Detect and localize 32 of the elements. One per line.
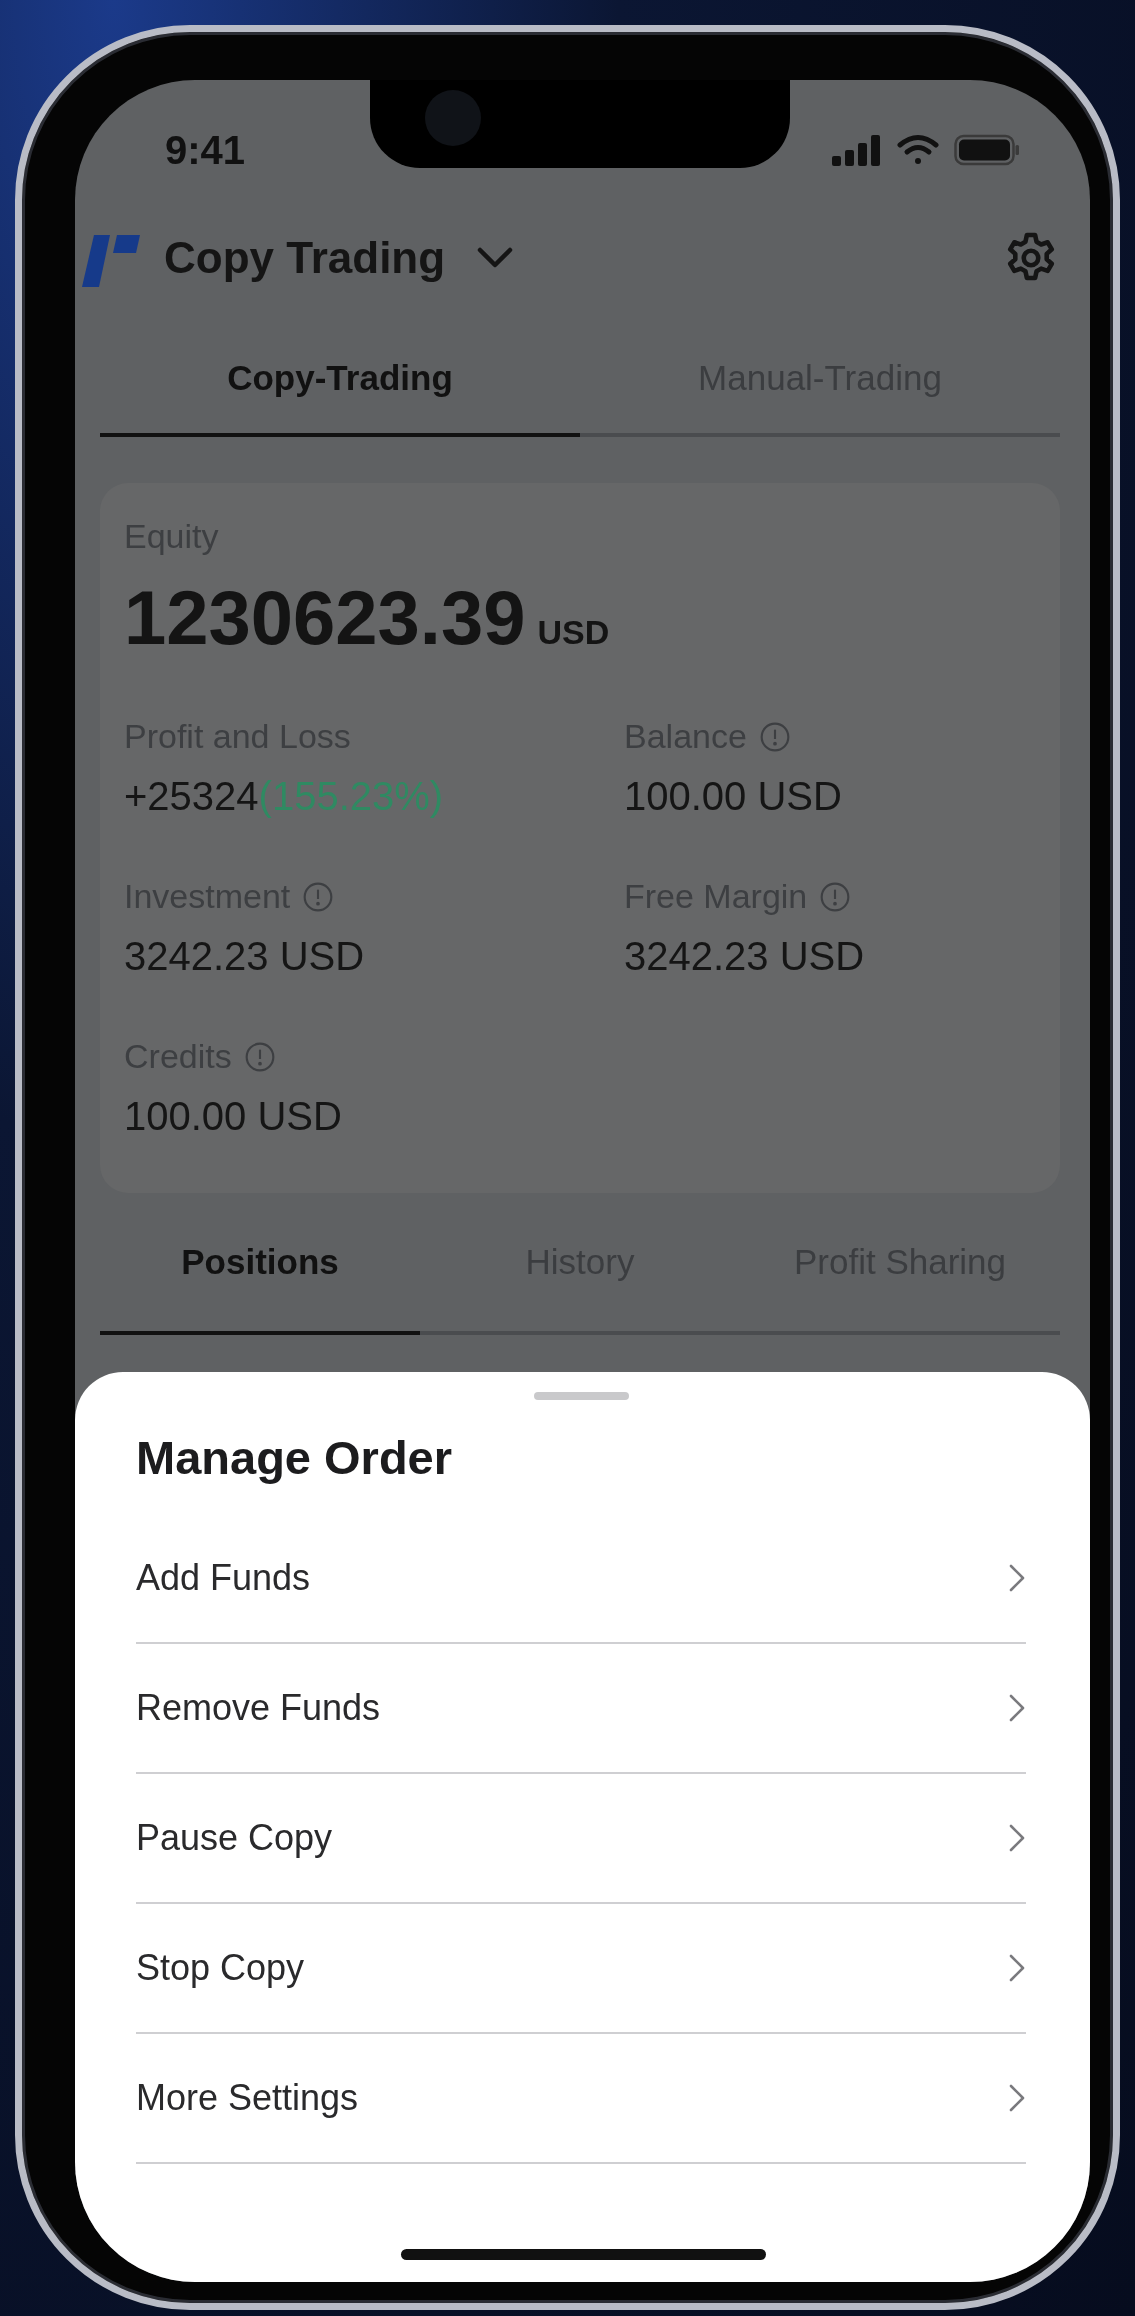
menu-item[interactable]: Stop Copy xyxy=(136,1904,1026,2034)
menu-item[interactable]: More Settings xyxy=(136,2034,1026,2164)
battery-icon xyxy=(954,134,1020,166)
status-time: 9:41 xyxy=(165,127,246,173)
chevron-right-icon xyxy=(1008,1953,1026,1983)
chevron-right-icon xyxy=(1008,1563,1026,1593)
info-icon[interactable] xyxy=(302,880,335,913)
metric-value: 3242.23 USD xyxy=(624,934,866,979)
home-indicator[interactable] xyxy=(400,2249,766,2260)
metric-value: +25324(155.23%) xyxy=(124,774,445,819)
app-title[interactable]: Copy Trading xyxy=(164,232,446,283)
currency-label: USD xyxy=(537,613,610,652)
tab[interactable]: Copy-Trading xyxy=(100,348,580,408)
metric-value: 3242.23 USD xyxy=(124,934,366,979)
sheet-handle[interactable] xyxy=(533,1392,629,1400)
chevron-right-icon xyxy=(1008,2083,1026,2113)
chevron-right-icon xyxy=(1008,1693,1026,1723)
info-icon[interactable] xyxy=(819,880,852,913)
chevron-right-icon xyxy=(1008,1823,1026,1853)
sheet-title: Manage Order xyxy=(136,1429,454,1486)
wifi-icon xyxy=(896,134,940,166)
camera-icon xyxy=(425,90,481,146)
equity-value: 1230623.39 xyxy=(124,574,526,661)
metric-value: 100.00 USD xyxy=(624,774,843,819)
signal-icon xyxy=(832,134,882,166)
menu-item[interactable]: Pause Copy xyxy=(136,1774,1026,1904)
info-icon[interactable] xyxy=(243,1040,276,1073)
info-icon[interactable] xyxy=(758,720,791,753)
metric-value: 100.00 USD xyxy=(124,1094,343,1139)
tab[interactable]: Positions xyxy=(100,1232,420,1292)
menu-item[interactable]: Remove Funds xyxy=(136,1644,1026,1774)
menu-item[interactable]: Add Funds xyxy=(136,1514,1026,1644)
